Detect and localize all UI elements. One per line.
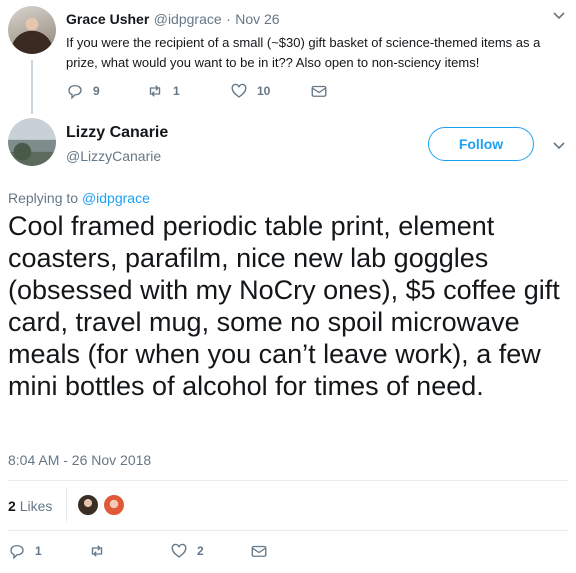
parent-message-button[interactable] bbox=[310, 82, 328, 100]
likes-count: 2 bbox=[8, 498, 16, 514]
thread-line bbox=[31, 60, 33, 114]
avatar-lizzy-canarie[interactable] bbox=[8, 118, 56, 166]
parent-like-button[interactable]: 10 bbox=[230, 82, 270, 100]
message-icon bbox=[311, 85, 327, 97]
likes-summary[interactable]: 2 Likes bbox=[8, 498, 52, 514]
tweet-timestamp[interactable]: 8:04 AM - 26 Nov 2018 bbox=[8, 452, 151, 468]
main-author-handle[interactable]: @LizzyCanarie bbox=[66, 148, 161, 164]
parent-tweet-text: If you were the recipient of a small (~$… bbox=[66, 35, 541, 70]
follow-button[interactable]: Follow bbox=[428, 127, 534, 161]
likes-label: Likes bbox=[19, 498, 53, 514]
main-like-count: 2 bbox=[197, 544, 204, 558]
divider-bottom bbox=[8, 530, 568, 531]
message-icon bbox=[251, 545, 267, 557]
main-author-name[interactable]: Lizzy Canarie bbox=[66, 124, 168, 142]
main-reply-button[interactable]: 1 bbox=[8, 542, 42, 560]
chevron-down-icon[interactable] bbox=[552, 138, 566, 156]
liker-avatar[interactable] bbox=[102, 493, 126, 517]
reply-icon bbox=[68, 85, 82, 100]
main-message-button[interactable] bbox=[250, 542, 268, 560]
like-icon bbox=[171, 543, 187, 558]
retweet-icon bbox=[149, 85, 161, 97]
main-tweet-text: Cool framed periodic table print, elemen… bbox=[8, 211, 560, 401]
parent-date[interactable]: Nov 26 bbox=[235, 11, 279, 27]
main-reply-count: 1 bbox=[35, 544, 42, 558]
parent-separator: · bbox=[226, 11, 231, 27]
replying-prefix: Replying to bbox=[8, 190, 79, 206]
likes-separator bbox=[66, 488, 67, 522]
parent-retweet-button[interactable]: 1 bbox=[146, 82, 180, 100]
replying-to: Replying to @idpgrace bbox=[8, 190, 150, 206]
main-like-button[interactable]: 2 bbox=[170, 542, 204, 560]
liker-avatar[interactable] bbox=[76, 493, 100, 517]
replying-mention[interactable]: @idpgrace bbox=[82, 190, 150, 206]
avatar-grace-usher[interactable] bbox=[8, 6, 56, 54]
chevron-down-icon[interactable] bbox=[552, 8, 566, 26]
like-icon bbox=[231, 83, 247, 98]
parent-retweet-count: 1 bbox=[173, 84, 180, 98]
retweet-icon bbox=[91, 545, 103, 557]
parent-author-handle[interactable]: @idpgrace bbox=[154, 11, 222, 27]
parent-reply-button[interactable]: 9 bbox=[66, 82, 100, 100]
parent-author-name[interactable]: Grace Usher bbox=[66, 11, 149, 27]
reply-icon bbox=[10, 545, 24, 560]
parent-like-count: 10 bbox=[257, 84, 271, 98]
parent-reply-count: 9 bbox=[93, 84, 100, 98]
main-retweet-button[interactable] bbox=[88, 542, 115, 560]
parent-tweet-header: Grace Usher @idpgrace · Nov 26 bbox=[66, 11, 280, 29]
divider-top bbox=[8, 480, 568, 481]
